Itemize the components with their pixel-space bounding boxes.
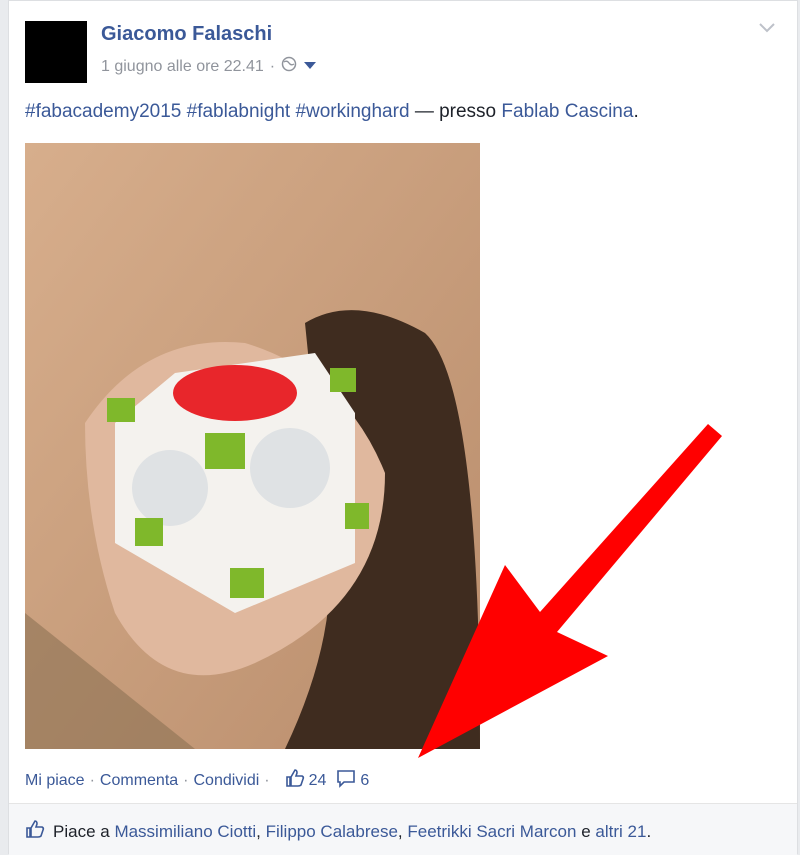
avatar[interactable] <box>25 21 87 83</box>
caret-down-icon[interactable] <box>303 58 317 76</box>
post-photo[interactable] <box>25 143 480 749</box>
likes-comma: , <box>397 821 403 841</box>
comment-button[interactable]: Commenta <box>100 772 178 790</box>
share-button[interactable]: Condividi <box>193 772 259 790</box>
reaction-counts[interactable]: 24 6 <box>285 768 370 793</box>
presso-text: — presso <box>414 101 497 122</box>
globe-icon[interactable] <box>281 56 297 77</box>
place-link[interactable]: Fablab Cascina <box>501 101 633 122</box>
action-sep: · <box>183 771 189 789</box>
timestamp[interactable]: 1 giugno alle ore 22.41 <box>101 58 264 76</box>
post-actions: Mi piace · Commenta · Condividi · 24 6 <box>25 768 369 793</box>
author-name[interactable]: Giacomo Falaschi <box>101 23 272 46</box>
thumbs-up-icon <box>25 819 45 844</box>
action-sep: · <box>264 771 270 789</box>
post-card: Giacomo Falaschi 1 giugno alle ore 22.41… <box>8 0 798 855</box>
thumbs-up-icon <box>285 768 305 793</box>
likes-period: . <box>646 821 652 841</box>
chevron-down-icon[interactable] <box>757 21 777 40</box>
post-text: #fabacademy2015 #fablabnight #workinghar… <box>25 101 639 123</box>
hashtag-link[interactable]: #fablabnight <box>187 101 291 122</box>
comment-icon <box>336 768 356 793</box>
liker-link[interactable]: Filippo Calabrese <box>266 822 398 841</box>
like-count: 24 <box>308 771 327 789</box>
comment-count: 6 <box>360 771 370 789</box>
hashtag-link[interactable]: #workinghard <box>295 101 409 122</box>
others-link[interactable]: altri 21 <box>595 822 646 841</box>
likes-prefix: Piace a <box>53 821 110 841</box>
action-sep: · <box>89 771 95 789</box>
like-button[interactable]: Mi piace <box>25 772 85 790</box>
likes-summary: Piace a Massimiliano Ciotti, Filippo Cal… <box>25 819 651 844</box>
text-period: . <box>633 101 639 122</box>
likes-comma: , <box>256 821 261 841</box>
liker-link[interactable]: Feetrikki Sacri Marcon <box>407 822 576 841</box>
liker-link[interactable]: Massimiliano Ciotti <box>114 822 256 841</box>
likes-and: e <box>581 821 591 841</box>
hashtag-link[interactable]: #fabacademy2015 <box>25 101 181 122</box>
meta-dot: · <box>269 57 276 75</box>
post-meta: 1 giugno alle ore 22.41 · <box>101 56 317 77</box>
